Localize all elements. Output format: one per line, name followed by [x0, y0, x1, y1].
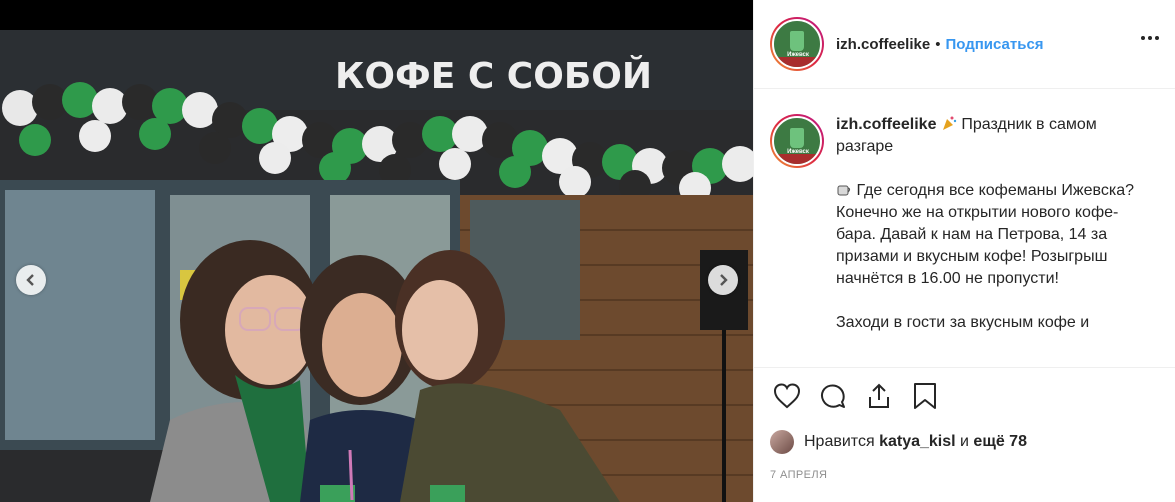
avatar-image: Ижевск [772, 116, 822, 166]
caption-avatar[interactable]: Ижевск [770, 114, 824, 168]
separator-dot: • [935, 35, 941, 53]
post-header: Ижевск izh.coffeelike • Подписаться [754, 0, 1175, 89]
prev-photo-button[interactable] [16, 265, 46, 295]
comment-button[interactable] [816, 379, 850, 413]
like-button[interactable] [770, 379, 804, 413]
more-options-button[interactable] [1141, 36, 1159, 40]
caption-paragraph-2: Где сегодня все кофеманы Ижевска? Конечн… [836, 182, 1134, 287]
kiosk-sign: КОФЕ С СОБОЙ [335, 55, 652, 97]
chevron-left-icon [26, 274, 34, 286]
instagram-post: КОФЕ С СОБОЙ Ижевск izh.coffeelike • Под… [0, 0, 1175, 502]
post-date[interactable]: 7 АПРЕЛЯ [770, 469, 1159, 481]
caption-paragraph-3: Заходи в гости за вкусным кофе и [836, 314, 1090, 331]
post-caption: Ижевск izh.coffeelike Праздник в самом р… [754, 90, 1175, 367]
likes-prefix: Нравится [804, 433, 875, 450]
likes-summary: Нравится katya_kisl и ещё 78 [770, 427, 1159, 457]
likes-count[interactable]: ещё 78 [973, 433, 1027, 451]
cup-logo [790, 128, 804, 148]
avatar-band [774, 154, 820, 164]
photo-top-band [0, 0, 753, 30]
likes-user[interactable]: katya_kisl [879, 433, 956, 451]
post-side-panel: Ижевск izh.coffeelike • Подписаться Ижев… [753, 0, 1175, 502]
follow-button[interactable]: Подписаться [945, 36, 1043, 53]
likes-middle: и [960, 433, 969, 450]
save-button[interactable] [908, 379, 942, 413]
caption-username[interactable]: izh.coffeelike [836, 116, 936, 133]
liker-avatar[interactable] [770, 430, 794, 454]
caption-text: izh.coffeelike Праздник в самом разгаре … [836, 114, 1156, 334]
more-dot [1148, 36, 1152, 40]
comment-icon [821, 383, 845, 408]
avatar-image: Ижевск [772, 19, 822, 69]
photo-scene: КОФЕ С СОБОЙ [0, 30, 753, 502]
more-dot [1155, 36, 1159, 40]
next-photo-button[interactable] [708, 265, 738, 295]
post-photo[interactable]: КОФЕ С СОБОЙ [0, 0, 753, 502]
party-popper-icon [942, 116, 957, 130]
header-username[interactable]: izh.coffeelike [836, 36, 930, 53]
share-button[interactable] [862, 379, 896, 413]
avatar-band [774, 57, 820, 67]
cup-logo [790, 31, 804, 51]
heart-icon [773, 382, 801, 408]
avatar[interactable]: Ижевск [770, 17, 824, 71]
post-actions: Нравится katya_kisl и ещё 78 7 АПРЕЛЯ [754, 367, 1175, 502]
chevron-right-icon [720, 274, 728, 286]
share-icon [869, 383, 889, 408]
more-horizontal-icon [1141, 36, 1145, 40]
coffee-cup-icon [837, 185, 851, 196]
bookmark-icon [914, 382, 936, 409]
